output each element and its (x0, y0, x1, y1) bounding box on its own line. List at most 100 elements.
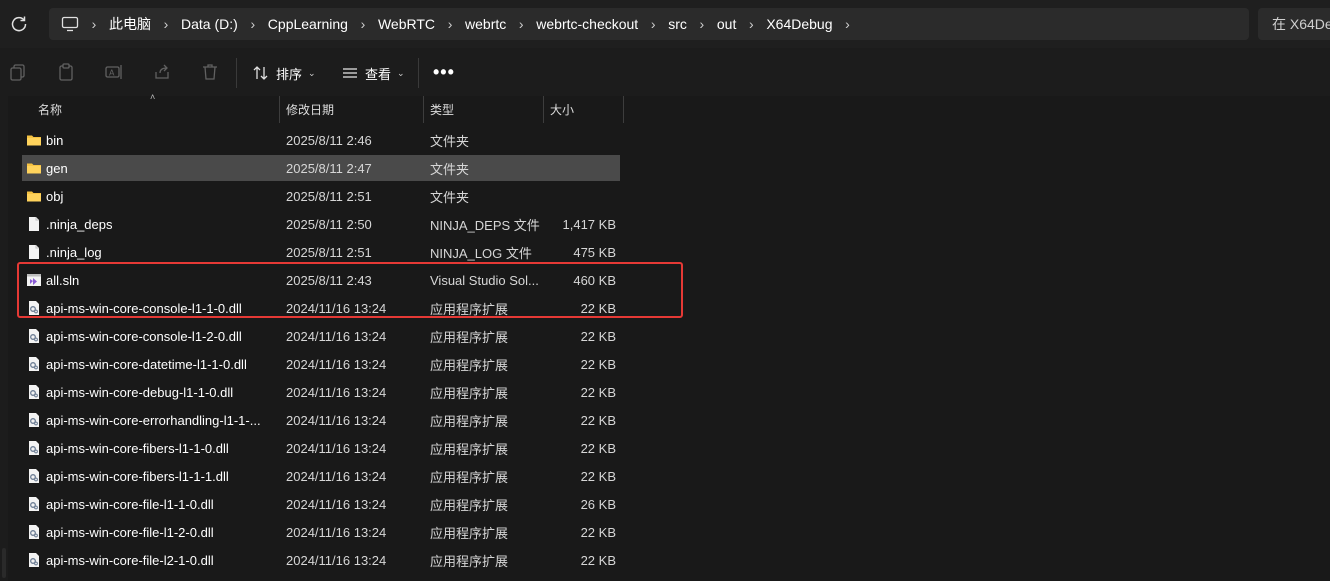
copy-icon[interactable] (8, 62, 28, 82)
dll-icon (26, 356, 42, 372)
column-header-size[interactable]: 大小 (550, 96, 574, 123)
breadcrumb-chevron-icon[interactable]: › (833, 16, 863, 32)
refresh-icon[interactable] (8, 13, 30, 35)
breadcrumb-label[interactable]: WebRTC (378, 16, 435, 32)
file-type: 应用程序扩展 (430, 553, 509, 569)
breadcrumb-item[interactable]: › X64Debug (736, 16, 833, 32)
breadcrumb-item[interactable]: › CppLearning (238, 16, 348, 32)
breadcrumb-label[interactable]: X64Debug (766, 16, 832, 32)
view-button[interactable]: 查看 ⌄ (341, 62, 405, 84)
breadcrumb-chevron-icon[interactable]: › (638, 16, 668, 32)
breadcrumb-chevron-icon[interactable]: › (435, 16, 465, 32)
breadcrumb-label[interactable]: out (717, 16, 736, 32)
file-size: 22 KB (580, 356, 616, 372)
folder-icon (26, 188, 42, 204)
file-type: 应用程序扩展 (430, 525, 509, 541)
dll-icon (26, 468, 42, 484)
file-date: 2024/11/16 13:24 (286, 468, 387, 484)
file-row[interactable]: api-ms-win-core-debug-l1-1-0.dll 2024/11/… (22, 379, 620, 405)
file-date: 2024/11/16 13:24 (286, 552, 387, 568)
file-size: 22 KB (580, 412, 616, 428)
file-type: 文件夹 (430, 133, 470, 149)
breadcrumb-label[interactable]: src (668, 16, 687, 32)
scrollbar-stub[interactable] (2, 548, 6, 578)
breadcrumb-chevron-icon[interactable]: › (238, 16, 268, 32)
breadcrumb-item[interactable]: › Data (D:) (151, 16, 238, 32)
column-divider[interactable] (279, 96, 280, 123)
file-date: 2024/11/16 13:24 (286, 384, 387, 400)
file-row[interactable]: api-ms-win-core-console-l1-2-0.dll 2024/1… (22, 323, 620, 349)
this-pc-icon[interactable] (61, 15, 79, 33)
breadcrumb-chevron-icon[interactable]: › (736, 16, 766, 32)
delete-icon[interactable] (200, 62, 220, 82)
breadcrumb-item[interactable]: › out (687, 16, 737, 32)
rename-icon[interactable]: A (104, 62, 124, 82)
breadcrumb-chevron-icon[interactable]: › (687, 16, 717, 32)
file-date: 2024/11/16 13:24 (286, 496, 387, 512)
paste-icon[interactable] (56, 62, 76, 82)
breadcrumb-chevron-icon[interactable]: › (348, 16, 378, 32)
breadcrumb-chevron-icon[interactable]: › (151, 16, 181, 32)
breadcrumb-item[interactable]: › src (638, 16, 687, 32)
file-name: api-ms-win-core-file-l1-1-0.dll (46, 496, 214, 512)
file-date: 2024/11/16 13:24 (286, 440, 387, 456)
file-size: 22 KB (580, 524, 616, 540)
svg-text:A: A (109, 69, 115, 78)
breadcrumb-item[interactable]: › 此电脑 (79, 14, 151, 34)
file-row[interactable]: api-ms-win-core-datetime-l1-1-0.dll 2024/… (22, 351, 620, 377)
breadcrumb-label[interactable]: CppLearning (268, 16, 348, 32)
file-size: 22 KB (580, 384, 616, 400)
dll-icon (26, 440, 42, 456)
column-divider[interactable] (423, 96, 424, 123)
file-row[interactable]: api-ms-win-core-fibers-l1-1-1.dll 2024/11… (22, 463, 620, 489)
breadcrumb-label[interactable]: Data (D:) (181, 16, 238, 32)
view-label: 查看 (365, 66, 392, 82)
share-icon[interactable] (152, 62, 172, 82)
column-header-name[interactable]: 名称 (38, 96, 62, 123)
file-row[interactable]: .ninja_deps 2025/8/11 2:50 NINJA_DEPS 文件 1,… (22, 211, 620, 237)
file-row[interactable]: api-ms-win-core-file-l1-2-0.dll 2024/11/1… (22, 519, 620, 545)
file-row[interactable]: gen 2025/8/11 2:47 文件夹 (22, 155, 620, 181)
more-options-button[interactable]: ••• (433, 63, 455, 81)
sort-label: 排序 (276, 66, 303, 82)
breadcrumb-chevron-icon[interactable]: › (506, 16, 536, 32)
file-date: 2025/8/11 2:51 (286, 244, 372, 260)
file-row[interactable]: obj 2025/8/11 2:51 文件夹 (22, 183, 620, 209)
dll-icon (26, 524, 42, 540)
breadcrumb-item[interactable]: › webrtc-checkout (506, 16, 638, 32)
column-divider[interactable] (543, 96, 544, 123)
address-bar[interactable]: › 此电脑 › Data (D:) › CppLearning › WebRTC › webrtc… (49, 8, 1249, 40)
file-name: obj (46, 188, 64, 204)
file-size: 1,417 KB (562, 216, 617, 232)
dll-icon (26, 496, 42, 512)
file-type: 应用程序扩展 (430, 357, 509, 373)
toolbar-divider (418, 58, 419, 88)
file-size: 22 KB (580, 468, 616, 484)
file-date: 2025/8/11 2:51 (286, 188, 372, 204)
column-divider[interactable] (623, 96, 624, 123)
sort-button[interactable]: 排序 ⌄ (252, 62, 316, 84)
file-size: 26 KB (580, 496, 616, 512)
breadcrumb-item[interactable]: › webrtc (435, 16, 507, 32)
sort-icon (252, 65, 270, 81)
file-row[interactable]: api-ms-win-core-file-l1-1-0.dll 2024/11/1… (22, 491, 620, 517)
file-row[interactable]: api-ms-win-core-errorhandling-l1-1-... 20… (22, 407, 620, 433)
file-name: api-ms-win-core-file-l2-1-0.dll (46, 552, 214, 568)
search-input[interactable]: 在 X64De (1258, 8, 1330, 40)
breadcrumb-chevron-icon[interactable]: › (79, 16, 109, 32)
breadcrumb-label[interactable]: webrtc-checkout (536, 16, 638, 32)
column-header-type[interactable]: 类型 (430, 96, 454, 123)
dll-icon (26, 384, 42, 400)
file-row[interactable]: bin 2025/8/11 2:46 文件夹 (22, 127, 620, 153)
breadcrumb-label[interactable]: webrtc (465, 16, 506, 32)
file-name: .ninja_deps (46, 216, 113, 232)
file-row[interactable]: api-ms-win-core-fibers-l1-1-0.dll 2024/11… (22, 435, 620, 461)
file-type: 应用程序扩展 (430, 413, 509, 429)
file-name: api-ms-win-core-datetime-l1-1-0.dll (46, 356, 247, 372)
file-type: 文件夹 (430, 189, 470, 205)
breadcrumb-label[interactable]: 此电脑 (109, 14, 151, 34)
file-date: 2025/8/11 2:46 (286, 132, 372, 148)
column-header-date[interactable]: 修改日期 (286, 96, 334, 123)
file-row[interactable]: api-ms-win-core-file-l2-1-0.dll 2024/11/1… (22, 547, 620, 573)
breadcrumb-item[interactable]: › WebRTC (348, 16, 435, 32)
